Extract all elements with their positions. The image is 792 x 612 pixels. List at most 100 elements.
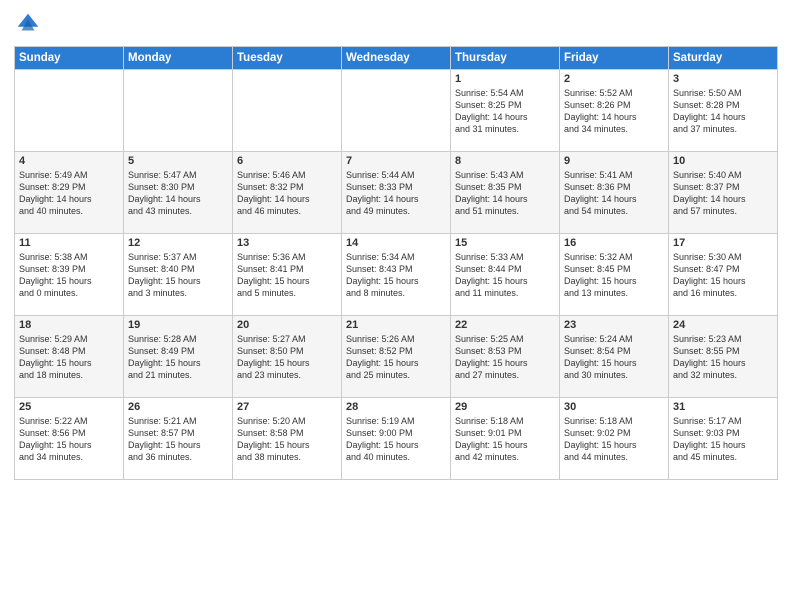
day-info: Sunrise: 5:49 AM Sunset: 8:29 PM Dayligh…	[19, 169, 119, 218]
day-number: 14	[346, 237, 446, 249]
day-cell: 21 Sunrise: 5:26 AM Sunset: 8:52 PM Dayli…	[342, 316, 451, 398]
day-info: Sunrise: 5:29 AM Sunset: 8:48 PM Dayligh…	[19, 333, 119, 382]
day-info: Sunrise: 5:30 AM Sunset: 8:47 PM Dayligh…	[673, 251, 773, 300]
day-info: Sunrise: 5:17 AM Sunset: 9:03 PM Dayligh…	[673, 415, 773, 464]
col-header-monday: Monday	[124, 47, 233, 70]
day-info: Sunrise: 5:34 AM Sunset: 8:43 PM Dayligh…	[346, 251, 446, 300]
day-number: 18	[19, 319, 119, 331]
day-number: 23	[564, 319, 664, 331]
day-info: Sunrise: 5:32 AM Sunset: 8:45 PM Dayligh…	[564, 251, 664, 300]
day-info: Sunrise: 5:28 AM Sunset: 8:49 PM Dayligh…	[128, 333, 228, 382]
day-info: Sunrise: 5:18 AM Sunset: 9:02 PM Dayligh…	[564, 415, 664, 464]
week-row-4: 25 Sunrise: 5:22 AM Sunset: 8:56 PM Dayli…	[15, 398, 778, 480]
day-cell: 9 Sunrise: 5:41 AM Sunset: 8:36 PM Daylig…	[560, 152, 669, 234]
day-cell: 18 Sunrise: 5:29 AM Sunset: 8:48 PM Dayli…	[15, 316, 124, 398]
day-info: Sunrise: 5:19 AM Sunset: 9:00 PM Dayligh…	[346, 415, 446, 464]
day-info: Sunrise: 5:25 AM Sunset: 8:53 PM Dayligh…	[455, 333, 555, 382]
day-number: 19	[128, 319, 228, 331]
week-row-3: 18 Sunrise: 5:29 AM Sunset: 8:48 PM Dayli…	[15, 316, 778, 398]
day-number: 25	[19, 401, 119, 413]
day-number: 31	[673, 401, 773, 413]
day-info: Sunrise: 5:22 AM Sunset: 8:56 PM Dayligh…	[19, 415, 119, 464]
day-cell: 28 Sunrise: 5:19 AM Sunset: 9:00 PM Dayli…	[342, 398, 451, 480]
day-number: 29	[455, 401, 555, 413]
day-cell: 24 Sunrise: 5:23 AM Sunset: 8:55 PM Dayli…	[669, 316, 778, 398]
day-cell: 5 Sunrise: 5:47 AM Sunset: 8:30 PM Daylig…	[124, 152, 233, 234]
day-cell: 25 Sunrise: 5:22 AM Sunset: 8:56 PM Dayli…	[15, 398, 124, 480]
day-number: 24	[673, 319, 773, 331]
day-info: Sunrise: 5:46 AM Sunset: 8:32 PM Dayligh…	[237, 169, 337, 218]
day-number: 4	[19, 155, 119, 167]
day-cell: 14 Sunrise: 5:34 AM Sunset: 8:43 PM Dayli…	[342, 234, 451, 316]
day-cell: 11 Sunrise: 5:38 AM Sunset: 8:39 PM Dayli…	[15, 234, 124, 316]
day-info: Sunrise: 5:47 AM Sunset: 8:30 PM Dayligh…	[128, 169, 228, 218]
day-number: 11	[19, 237, 119, 249]
day-cell	[15, 70, 124, 152]
day-cell: 16 Sunrise: 5:32 AM Sunset: 8:45 PM Dayli…	[560, 234, 669, 316]
day-cell: 10 Sunrise: 5:40 AM Sunset: 8:37 PM Dayli…	[669, 152, 778, 234]
day-info: Sunrise: 5:43 AM Sunset: 8:35 PM Dayligh…	[455, 169, 555, 218]
page-container: SundayMondayTuesdayWednesdayThursdayFrid…	[0, 0, 792, 612]
day-number: 15	[455, 237, 555, 249]
day-info: Sunrise: 5:33 AM Sunset: 8:44 PM Dayligh…	[455, 251, 555, 300]
day-cell: 22 Sunrise: 5:25 AM Sunset: 8:53 PM Dayli…	[451, 316, 560, 398]
day-cell: 2Sunrise: 5:52 AM Sunset: 8:26 PM Daylig…	[560, 70, 669, 152]
day-info: Sunrise: 5:26 AM Sunset: 8:52 PM Dayligh…	[346, 333, 446, 382]
day-number: 7	[346, 155, 446, 167]
week-row-1: 4 Sunrise: 5:49 AM Sunset: 8:29 PM Daylig…	[15, 152, 778, 234]
week-row-0: 1Sunrise: 5:54 AM Sunset: 8:25 PM Daylig…	[15, 70, 778, 152]
day-number: 3	[673, 73, 773, 85]
day-cell: 20Sunrise: 5:27 AM Sunset: 8:50 PM Dayli…	[233, 316, 342, 398]
day-info: Sunrise: 5:40 AM Sunset: 8:37 PM Dayligh…	[673, 169, 773, 218]
day-cell: 26Sunrise: 5:21 AM Sunset: 8:57 PM Dayli…	[124, 398, 233, 480]
day-number: 22	[455, 319, 555, 331]
day-info: Sunrise: 5:20 AM Sunset: 8:58 PM Dayligh…	[237, 415, 337, 464]
col-header-tuesday: Tuesday	[233, 47, 342, 70]
day-cell: 27 Sunrise: 5:20 AM Sunset: 8:58 PM Dayli…	[233, 398, 342, 480]
day-number: 8	[455, 155, 555, 167]
day-info: Sunrise: 5:37 AM Sunset: 8:40 PM Dayligh…	[128, 251, 228, 300]
day-number: 13	[237, 237, 337, 249]
day-cell	[124, 70, 233, 152]
week-row-2: 11 Sunrise: 5:38 AM Sunset: 8:39 PM Dayli…	[15, 234, 778, 316]
day-cell: 23 Sunrise: 5:24 AM Sunset: 8:54 PM Dayli…	[560, 316, 669, 398]
calendar-header-row: SundayMondayTuesdayWednesdayThursdayFrid…	[15, 47, 778, 70]
day-number: 10	[673, 155, 773, 167]
day-info: Sunrise: 5:24 AM Sunset: 8:54 PM Dayligh…	[564, 333, 664, 382]
logo-icon	[14, 10, 42, 38]
day-number: 6	[237, 155, 337, 167]
day-info: Sunrise: 5:41 AM Sunset: 8:36 PM Dayligh…	[564, 169, 664, 218]
col-header-sunday: Sunday	[15, 47, 124, 70]
day-info: Sunrise: 5:52 AM Sunset: 8:26 PM Dayligh…	[564, 87, 664, 136]
day-number: 27	[237, 401, 337, 413]
day-cell	[233, 70, 342, 152]
day-cell: 30 Sunrise: 5:18 AM Sunset: 9:02 PM Dayli…	[560, 398, 669, 480]
day-cell	[342, 70, 451, 152]
day-number: 9	[564, 155, 664, 167]
logo	[14, 10, 46, 38]
col-header-thursday: Thursday	[451, 47, 560, 70]
day-number: 21	[346, 319, 446, 331]
day-info: Sunrise: 5:18 AM Sunset: 9:01 PM Dayligh…	[455, 415, 555, 464]
day-cell: 4 Sunrise: 5:49 AM Sunset: 8:29 PM Daylig…	[15, 152, 124, 234]
day-cell: 29 Sunrise: 5:18 AM Sunset: 9:01 PM Dayli…	[451, 398, 560, 480]
day-number: 1	[455, 73, 555, 85]
day-number: 16	[564, 237, 664, 249]
day-cell: 8 Sunrise: 5:43 AM Sunset: 8:35 PM Daylig…	[451, 152, 560, 234]
day-cell: 31 Sunrise: 5:17 AM Sunset: 9:03 PM Dayli…	[669, 398, 778, 480]
day-cell: 3 Sunrise: 5:50 AM Sunset: 8:28 PM Daylig…	[669, 70, 778, 152]
day-number: 20	[237, 319, 337, 331]
col-header-saturday: Saturday	[669, 47, 778, 70]
day-cell: 12Sunrise: 5:37 AM Sunset: 8:40 PM Dayli…	[124, 234, 233, 316]
calendar: SundayMondayTuesdayWednesdayThursdayFrid…	[14, 46, 778, 480]
day-cell: 13Sunrise: 5:36 AM Sunset: 8:41 PM Dayli…	[233, 234, 342, 316]
header	[14, 10, 778, 38]
day-number: 28	[346, 401, 446, 413]
day-info: Sunrise: 5:38 AM Sunset: 8:39 PM Dayligh…	[19, 251, 119, 300]
day-number: 5	[128, 155, 228, 167]
day-info: Sunrise: 5:23 AM Sunset: 8:55 PM Dayligh…	[673, 333, 773, 382]
day-info: Sunrise: 5:50 AM Sunset: 8:28 PM Dayligh…	[673, 87, 773, 136]
day-number: 30	[564, 401, 664, 413]
day-cell: 19 Sunrise: 5:28 AM Sunset: 8:49 PM Dayli…	[124, 316, 233, 398]
col-header-wednesday: Wednesday	[342, 47, 451, 70]
